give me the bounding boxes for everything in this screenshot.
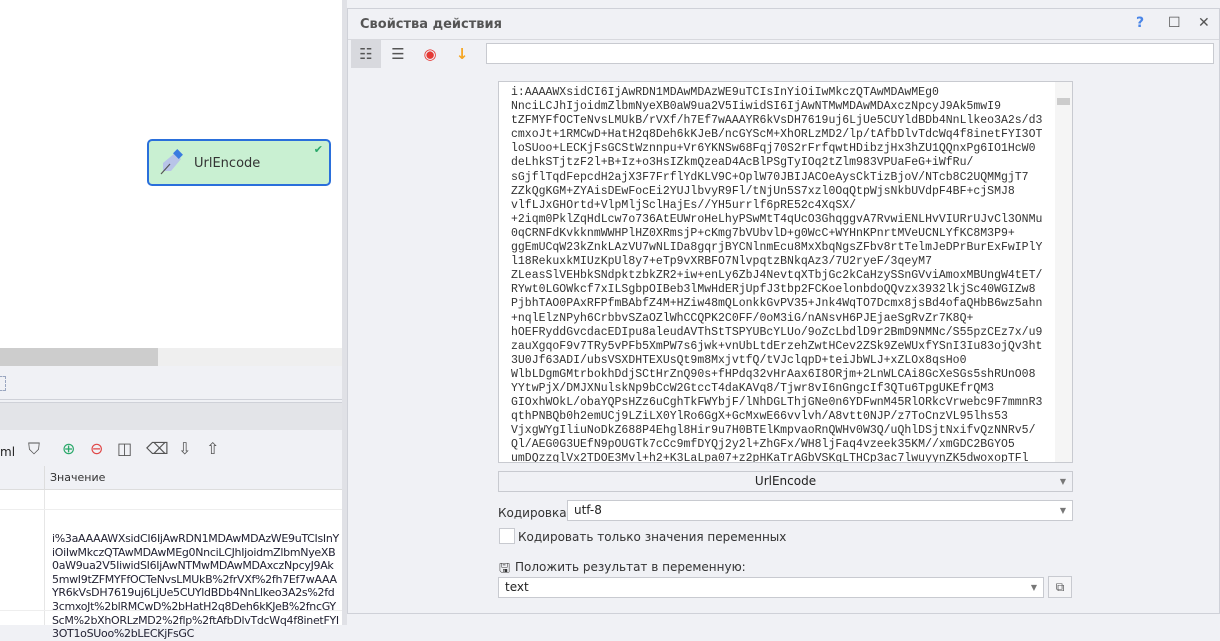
text-line: umDQzzglVx2TDOE3Mvl+h2+K3LaLpa07+z2pHKaT… xyxy=(511,452,1029,463)
text-line: qthPNBQb0h2emUCj9LZiLX0YlRo6GgX+GcMxwE66… xyxy=(511,410,1008,424)
encoding-label: Кодировка: xyxy=(498,506,571,520)
text-line: cmxoJt+1RMCwD+HatH2q8Deh6kKJeB/ncGYScM+X… xyxy=(511,128,1043,142)
cell-value: i%3aAAAAWXsidCI6IjAwRDN1MDAwMDAzWE9uTCIs… xyxy=(52,532,339,641)
variables-table: i%3aAAAAWXsidCI6IjAwRDN1MDAwMDAzWE9uTCIs… xyxy=(0,490,342,640)
text-line: PjbhTAO0PAxRFPfmBAbfZ4M+HZiw48mQLonkkGvP… xyxy=(511,297,1043,311)
checkmark-icon: ✔ xyxy=(313,143,323,156)
toolbar-partial-label: ml xyxy=(0,445,16,459)
dialog-title: Свойства действия xyxy=(360,17,502,32)
text-line: tZFMYFfOCTeNvsLMUkB/rVXf/h7Ef7wAAAYR6kVs… xyxy=(511,114,1043,128)
filter-icon[interactable]: ⛉ xyxy=(28,440,40,458)
action-node-urlencode[interactable]: UrlEncode ✔ xyxy=(147,139,331,186)
text-line: 0qCRNFdKvkknmWWHPlHZ0XRmsjP+cKmg7bVUbvlD… xyxy=(511,226,1015,240)
text-line: ZLeasSlVEHbkSNdpktzbkZR2+iw+enLy6ZbJ4Nev… xyxy=(511,269,1043,283)
scrollbar-thumb[interactable] xyxy=(1057,98,1070,105)
close-icon[interactable]: ✕ xyxy=(1198,15,1210,31)
node-label: UrlEncode xyxy=(194,156,261,171)
text-line: RYwt0LGOWkcf7xILSgbpOIBeb3lMwHdERjUpfJ3t… xyxy=(511,283,1036,297)
encoding-select[interactable]: utf-8 ▼ xyxy=(567,500,1073,521)
arrow-down-icon[interactable]: ↓ xyxy=(447,40,477,68)
text-line: vlfLJxGHOrtd+VlpMljSclHajEs//YH5urrlf6pR… xyxy=(511,198,857,212)
eraser-icon[interactable]: ⌫ xyxy=(146,440,169,458)
pen-nib-icon xyxy=(160,149,183,175)
text-line: zauXgqoF9v7TRy5vPFb5XmPW7s6jwk+vnUbLtdEr… xyxy=(511,339,1043,353)
frame-icon xyxy=(0,376,6,391)
text-line: +2iqm0PklZqHdLcw7o736AtEUWroHeLhyPSwMtT4… xyxy=(511,212,1043,226)
notes-icon[interactable]: ☰ xyxy=(383,40,413,68)
result-variable-value: text xyxy=(505,580,529,594)
text-line: ZZkQgKGM+ZYAisDEwFocEi2YUJlbvyR9Fl/tNjUn… xyxy=(511,184,1015,198)
canvas-footer-panel xyxy=(0,366,345,400)
frame-icon[interactable]: ◫ xyxy=(117,440,132,458)
copy-variable-button[interactable]: ⧉ xyxy=(1048,576,1072,598)
text-line: WlbLDgmGMtrbokhDdjSCtHrZnQ90s+fHPdq32vHr… xyxy=(511,367,1036,381)
arrow-down-icon[interactable]: ⇩ xyxy=(178,440,191,458)
help-button[interactable]: ? xyxy=(1136,15,1144,31)
input-text-lines: i:AAAAWXsidCI6IjAwRDN1MDAwMDAzWE9uTCIsIn… xyxy=(511,86,1043,463)
arrow-up-icon[interactable]: ⇧ xyxy=(206,440,219,458)
result-label: Положить результат в переменную: xyxy=(515,560,746,574)
text-line: l18RekuxkMIUzKpUl8y7+eTp9vXRBFO7NlvpqtzB… xyxy=(511,255,932,269)
encoding-value: utf-8 xyxy=(574,503,602,517)
dialog-search-input[interactable] xyxy=(486,43,1214,64)
chevron-down-icon: ▼ xyxy=(1030,583,1037,592)
text-line: NnciLCJhIjoidmZlbmNyeXB0aW9ua2V5IiwidSI6… xyxy=(511,100,1001,114)
maximize-icon[interactable]: ☐ xyxy=(1168,15,1181,31)
remove-icon[interactable]: ⊖ xyxy=(90,440,103,458)
copy-icon: ⧉ xyxy=(1055,580,1065,594)
project-canvas[interactable]: UrlEncode ✔ xyxy=(0,0,345,348)
column-header-value[interactable]: Значение xyxy=(50,471,105,484)
only-vars-label: Кодировать только значения переменных xyxy=(518,530,787,544)
text-line: loSUoo+LECKjFsGCStWznnpu+Vr6YKNSw68Fqj70… xyxy=(511,142,1036,156)
action-select[interactable]: UrlEncode ▼ xyxy=(498,471,1073,492)
input-text-area[interactable]: i:AAAAWXsidCI6IjAwRDN1MDAwMDAzWE9uTCIsIn… xyxy=(498,81,1073,463)
action-select-value: UrlEncode xyxy=(754,474,817,488)
result-variable-select[interactable]: text ▼ xyxy=(498,577,1044,598)
scrollbar-thumb[interactable] xyxy=(0,348,158,366)
text-line: +nqlElzNPyh6CrbbvSZaOZlWhCCQPK2C0FF/0oM3… xyxy=(511,311,974,325)
chevron-down-icon: ▼ xyxy=(1059,506,1066,515)
panel-header xyxy=(0,402,345,430)
properties-settings-icon[interactable]: ☷ xyxy=(351,40,381,68)
text-line: Ql/AEG0G3UEfN9pOUGTk7cCc9mfDYQj2y2l+ZhGF… xyxy=(511,438,1015,452)
vertical-scrollbar[interactable] xyxy=(1055,82,1072,462)
table-row[interactable]: i%3aAAAAWXsidCI6IjAwRDN1MDAwMDAzWE9uTCIs… xyxy=(0,510,342,640)
text-line: deLhkSTjtzF2l+B+Iz+o3HsIZkmQzeaD4AcBlPSg… xyxy=(511,156,974,170)
dialog-toolbar: ☷ ☰ ◉ ↓ xyxy=(348,39,1219,69)
only-vars-checkbox[interactable] xyxy=(499,528,515,544)
text-line: ggEmUCqW23kZnkLAzVU7wNLIDa8gqrjBYCNlnmEc… xyxy=(511,241,1043,255)
action-properties-dialog: Свойства действия ? ☐ ✕ ☷ ☰ ◉ ↓ i:AAAAWX… xyxy=(347,8,1220,614)
text-line: GIOxhWOkL/obaYQPsHZz6uCghTkFWYbjF/lNhDGL… xyxy=(511,396,1043,410)
text-line: sGjflTqdFepcdH2ajX3F7FrflYdKLV9C+OplW70J… xyxy=(511,170,1029,184)
text-line: hOEFRyddGvcdacEDIpu8aleudAVThStTSPYUBcYL… xyxy=(511,325,1043,339)
table-row[interactable] xyxy=(0,490,342,510)
text-line: YYtwPjX/DMJXNulskNp9bCcW2GtccT4daKAVq8/T… xyxy=(511,381,995,395)
variables-toolbar: ml ⛉ ⊕ ⊖ ◫ ⌫ ⇩ ⇧ xyxy=(0,434,345,466)
text-line: 3U0Jf63ADI/ubsVSXDHTEXUsQt9m8MxjvtfQ/tVJ… xyxy=(511,353,967,367)
chevron-down-icon: ▼ xyxy=(1059,477,1066,486)
text-line: VjxgWYgIliuNoDkZ688P4Ehgl8Hir9u7H0BTElKm… xyxy=(511,424,1036,438)
record-icon[interactable]: ◉ xyxy=(415,40,445,68)
table-header: Значение xyxy=(0,466,342,490)
text-line: i:AAAAWXsidCI6IjAwRDN1MDAwMDAzWE9uTCIsIn… xyxy=(511,86,939,99)
add-icon[interactable]: ⊕ xyxy=(62,440,75,458)
